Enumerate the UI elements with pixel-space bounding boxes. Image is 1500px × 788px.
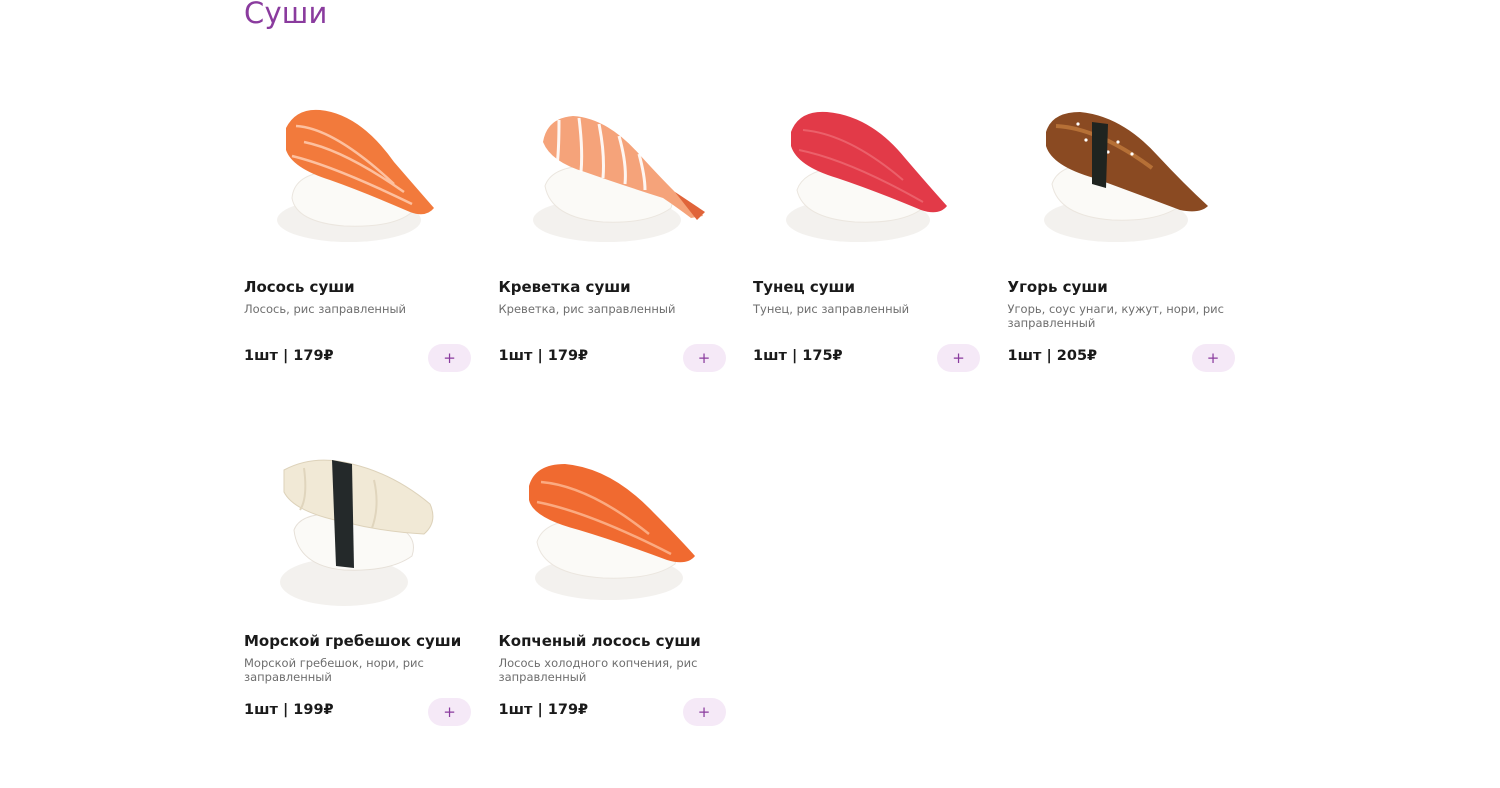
product-card[interactable]: Морской гребешок суши Морской гребешок, …	[244, 434, 471, 788]
product-grid: Лосось суши Лосось, рис заправленный 1шт…	[244, 80, 1244, 788]
product-name: Креветка суши	[498, 278, 631, 296]
product-image-smoked-salmon-sushi[interactable]	[499, 434, 726, 614]
product-image-eel-sushi[interactable]	[1008, 80, 1235, 260]
product-price: 1шт | 175₽	[753, 348, 843, 364]
add-to-cart-button[interactable]: +	[682, 698, 726, 726]
add-to-cart-button[interactable]: +	[428, 344, 471, 372]
add-to-cart-button[interactable]: +	[937, 344, 980, 372]
add-to-cart-button[interactable]: +	[428, 698, 471, 726]
add-to-cart-button[interactable]: +	[682, 344, 726, 372]
product-card[interactable]: Лосось суши Лосось, рис заправленный 1шт…	[244, 80, 471, 434]
product-image-salmon-sushi[interactable]	[244, 80, 471, 260]
product-card[interactable]: Копченый лосось суши Лосось холодного ко…	[499, 434, 726, 788]
product-description: Морской гребешок, нори, рис заправленный	[244, 656, 424, 684]
product-card[interactable]: Угорь суши Угорь, соус унаги, кужут, нор…	[1008, 80, 1235, 434]
product-description: Тунец, рис заправленный	[753, 302, 910, 316]
product-name: Лосось суши	[244, 278, 355, 296]
product-name: Тунец суши	[753, 278, 855, 296]
product-image-scallop-sushi[interactable]	[244, 434, 471, 614]
product-price: 1шт | 179₽	[244, 348, 334, 364]
product-name: Копченый лосось суши	[498, 632, 701, 650]
product-description: Лосось холодного копчения, рис заправлен…	[498, 656, 698, 684]
product-card[interactable]: Креветка суши Креветка, рис заправленный…	[499, 80, 726, 434]
product-description: Угорь, соус унаги, кужут, нори, рис запр…	[1007, 302, 1224, 330]
product-name: Угорь суши	[1007, 278, 1108, 296]
product-image-shrimp-sushi[interactable]	[499, 80, 726, 260]
product-card[interactable]: Тунец суши Тунец, рис заправленный 1шт |…	[753, 80, 980, 434]
add-to-cart-button[interactable]: +	[1191, 344, 1235, 372]
product-description: Лосось, рис заправленный	[244, 302, 407, 316]
product-price: 1шт | 179₽	[498, 348, 589, 364]
product-name: Морской гребешок суши	[244, 632, 462, 650]
section-title: Суши	[244, 0, 328, 30]
product-price: 1шт | 205₽	[1007, 348, 1098, 364]
product-price: 1шт | 179₽	[498, 702, 589, 718]
product-image-tuna-sushi[interactable]	[753, 80, 980, 260]
product-description: Креветка, рис заправленный	[498, 302, 676, 316]
product-price: 1шт | 199₽	[244, 702, 334, 718]
